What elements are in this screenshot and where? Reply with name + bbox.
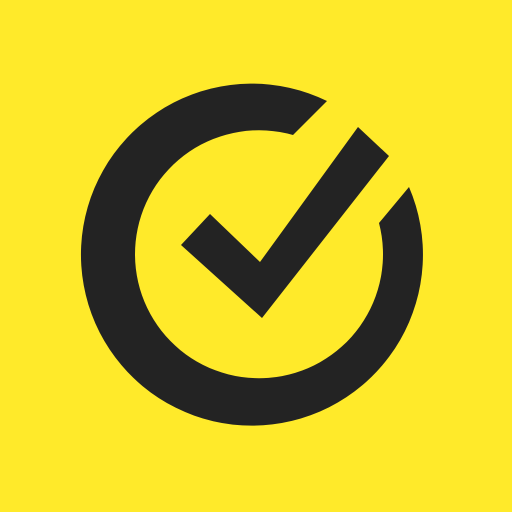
icon-background <box>0 0 512 512</box>
check-circle-icon <box>0 0 512 512</box>
app-icon <box>0 0 512 512</box>
